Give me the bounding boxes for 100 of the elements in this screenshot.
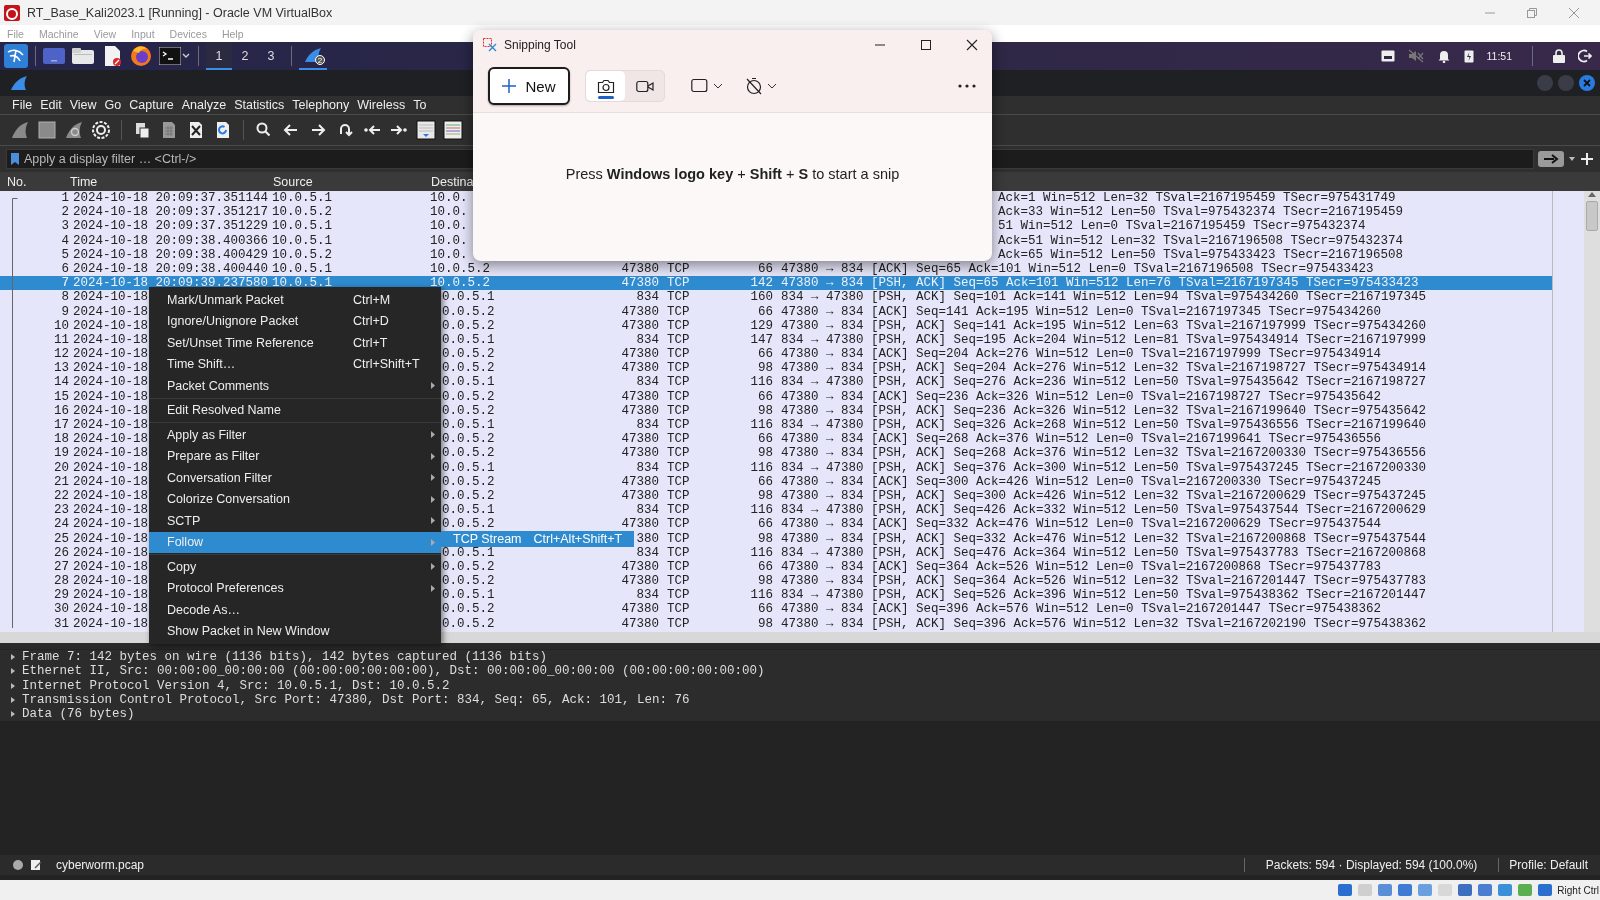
restore-icon[interactable] [1526,6,1538,19]
table-cell: 5 [61,247,69,262]
colorize-icon[interactable] [443,120,463,140]
table-cell-text: TCP [666,361,690,376]
mode-button[interactable] [586,71,625,101]
tree-row[interactable]: Data (76 bytes) [0,707,1600,722]
scrollbar[interactable] [1584,191,1600,632]
maximize-icon[interactable] [920,39,932,51]
packet-row[interactable]: 4 2024-10-18 20:09:38.400366 10.0.5.1 10.0. Ack=51 Win=512 Len=32 TSval=2167196508 TSecr=975432374 [0,233,1552,248]
browser-icon[interactable] [130,45,152,67]
menu-item[interactable]: Edit [40,98,62,112]
menu-item[interactable]: Copy [149,556,441,578]
autoscroll-icon[interactable] [416,120,436,140]
collapsed-triangle-icon[interactable] [10,711,16,718]
table-cell-text: 2024-10-18 [72,432,148,447]
device-status-icon[interactable] [1537,882,1554,898]
table-cell-text: 2024-10-18 [72,446,148,461]
menu-item[interactable]: Apply as Filter [149,424,441,446]
menu-item-label: Conversation Filter [167,470,273,485]
collapsed-triangle-icon[interactable] [10,697,16,704]
logout-icon[interactable] [1578,49,1592,63]
shark-fin-icon[interactable] [64,120,84,140]
device-status-icon[interactable] [1457,882,1474,898]
menu-item[interactable]: SCTP [149,510,441,532]
device-status-icon[interactable] [1377,882,1394,898]
close-icon[interactable] [966,39,978,51]
shape-dropdown[interactable] [691,78,723,94]
table-cell: 834 [636,503,659,518]
folder-icon[interactable] [72,47,94,65]
table-cell: 27 [54,559,69,575]
collapsed-triangle-icon[interactable] [10,682,16,689]
menu-item[interactable]: Conversation Filter [149,467,441,489]
menu-item[interactable]: To [413,98,427,112]
packet-row[interactable]: 5 2024-10-18 20:09:38.400429 10.0.5.2 10.0. Ack=65 Win=512 Len=50 TSval=975433423 TSecr=2167196508 [0,247,1552,262]
plus-icon[interactable] [1580,152,1594,166]
packet-row[interactable]: 2 2024-10-18 20:09:37.351217 10.0.5.2 10.0. Ack=33 Win=512 Len=50 TSval=975432374 TSecr=2167195459 [0,205,1552,220]
collapsed-triangle-icon[interactable] [10,654,16,661]
collapsed-triangle-icon[interactable] [10,668,16,675]
gear-icon[interactable] [91,120,111,140]
menu-item[interactable]: Wireless [357,98,406,112]
menu-item[interactable]: Time Shift… Ctrl+Shift+T [149,353,441,375]
terminal-icon[interactable] [159,47,181,65]
screen-icon[interactable] [43,47,65,65]
network-icon[interactable] [1380,50,1395,62]
bookmark-icon[interactable] [11,153,19,165]
menu-item[interactable]: Ignore/Unignore Packet Ctrl+D [149,310,441,332]
menu-item[interactable]: Edit Resolved Name [149,399,441,421]
packet-row[interactable]: 3 2024-10-18 20:09:37.351229 10.0.5.1 10.0. 51 Win=512 Len=0 TSval=2167195459 TSecr=975432374 [0,219,1552,234]
table-cell: 6 [61,261,69,277]
menu-item[interactable]: Analyze [181,98,227,112]
tree-row[interactable]: Ethernet II, Src: 00:00:00_00:00:00 (00:00:00:00:00:00), Dst: 00:00:00_00:00:00 (00:00:00:00:00:00) [0,664,1600,679]
caret-icon[interactable] [1568,155,1576,163]
menu-item[interactable]: View [69,98,97,112]
battery-icon[interactable] [1463,49,1474,63]
menu-item[interactable]: Decode As… [149,599,441,621]
lock-icon[interactable] [1553,49,1565,63]
window-title: RT_Base_Kali2023.1 [Running] - Oracle VM VirtualBox [27,5,333,20]
note-icon[interactable] [30,859,42,871]
menu-item[interactable]: Protocol Preferences [149,577,441,599]
device-status-icon[interactable] [1477,882,1494,898]
apply-button[interactable] [1538,151,1564,167]
status-dot-icon[interactable] [12,859,24,871]
profile-label[interactable]: Profile: Default [1499,858,1600,872]
table-cell-text: 47380 → 834 [PSH, ACK] Seq=300 Ack=426 Win=512 Len=32 TSval=2167200629 TSecr=975437245 [780,488,1427,504]
device-status-icon[interactable] [1337,882,1354,898]
dragon-logo-icon[interactable] [4,44,28,68]
bell-icon[interactable] [1436,49,1451,63]
submenu-item[interactable]: TCP Stream Ctrl+Alt+Shift+T [441,531,634,547]
menu-item[interactable]: Packet Comments [149,375,441,397]
workspace-button[interactable]: 3 [258,42,284,70]
column-header[interactable]: Time [67,174,98,189]
new-button[interactable]: New [488,67,570,105]
menu-item[interactable]: Prepare as Filter [149,445,441,467]
column-header[interactable]: Source [270,174,313,189]
muted-speaker-icon[interactable] [1407,49,1424,63]
menu-item[interactable]: Statistics [234,98,285,112]
menu-item[interactable]: Colorize Conversation [149,488,441,510]
clock[interactable]: 11:51 [1486,50,1512,62]
table-cell: 834 [636,375,659,390]
workspace-button[interactable]: 2 [232,42,258,70]
more-icon[interactable] [958,84,976,88]
timer-dropdown[interactable] [745,77,777,95]
stop-icon[interactable] [37,120,57,140]
device-status-icon[interactable] [1397,882,1414,898]
packet-row[interactable]: 1 2024-10-18 20:09:37.351144 10.0.5.1 10.0. Ack=1 Win=512 Len=32 TSval=2167195459 TSecr=975431749 [0,191,1552,206]
menu-item[interactable]: Capture [129,98,174,112]
menu-item[interactable]: Telephony [292,98,350,112]
menu-item[interactable]: Set/Unset Time Reference Ctrl+T [149,332,441,354]
workspace-button[interactable]: 1 [206,42,232,70]
column-header[interactable]: No. [4,174,27,189]
device-status-icon[interactable] [1497,882,1514,898]
menu-item[interactable]: Show Packet in New Window [149,620,441,642]
shark-fin-icon[interactable] [10,120,30,140]
column-header[interactable]: Destina [428,174,474,189]
menu-item[interactable]: File [12,98,33,112]
packet-row[interactable]: 6 2024-10-18 20:09:38.400440 10.0.5.1 10.0.5.2 47380 TCP 66 47380 → 834 [ACK] Seq=65 Ack=101 Win=512 Len=0 TSval=2167196508 TSecr=975433423 [0,261,1552,277]
scrollbar-thumb[interactable] [1586,201,1598,231]
menu-item[interactable]: Mark/Unmark Packet Ctrl+M [149,289,441,311]
tree-row[interactable]: Frame 7: 142 bytes on wire (1136 bits), 142 bytes captured (1136 bits) [0,650,1600,665]
menu-item[interactable]: Go [104,98,122,112]
